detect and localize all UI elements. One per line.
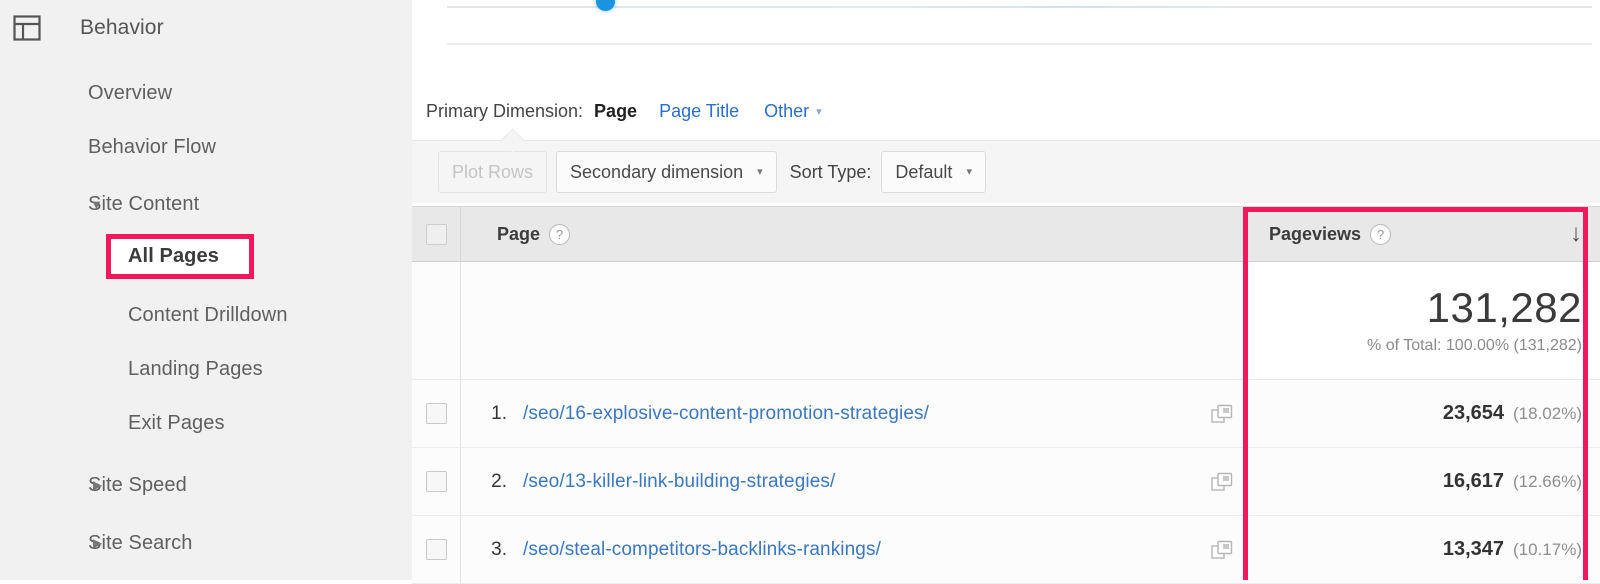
row-pageviews-cell: 23,654 (18.02%): [1255, 380, 1600, 447]
row-checkbox[interactable]: [425, 471, 447, 492]
toolbar-notch: [500, 128, 525, 153]
row-pageviews-cell: 13,347 (10.17%): [1255, 516, 1600, 583]
primary-dimension-page-title[interactable]: Page Title: [659, 101, 739, 122]
primary-dimension-bar: Primary Dimension: Page Page Title Other…: [412, 92, 822, 130]
row-checkbox[interactable]: [425, 403, 447, 424]
chevron-down-icon: ▼: [90, 196, 103, 212]
totals-pageviews-value: 131,282: [1426, 284, 1582, 332]
chart-data-point-marker[interactable]: [596, 0, 615, 11]
chevron-right-icon: ▶: [93, 478, 103, 492]
behavior-layout-icon: [13, 15, 41, 41]
sidebar-item-site-search[interactable]: ▶ Site Search: [0, 516, 412, 570]
sidebar-item-label: Content Drilldown: [128, 303, 288, 326]
row-page-link[interactable]: /seo/16-explosive-content-promotion-stra…: [523, 403, 929, 425]
content-overlay-icon[interactable]: [1211, 472, 1233, 492]
row-page-cell: 3. /seo/steal-competitors-backlinks-rank…: [461, 516, 1255, 583]
sidebar-item-exit-pages[interactable]: Exit Pages: [0, 396, 412, 450]
sidebar: Behavior Overview Behavior Flow ▼ Site C…: [0, 0, 412, 580]
row-pageviews-value: 16,617: [1442, 470, 1505, 492]
row-pageviews-percent: (10.17%): [1513, 539, 1582, 559]
row-rank: 3.: [491, 538, 507, 560]
chevron-down-icon: ▾: [757, 165, 763, 178]
panel-divider: [447, 43, 1592, 45]
row-pageviews-value: 13,347: [1442, 538, 1505, 560]
sort-type-dropdown[interactable]: Default ▾: [881, 151, 986, 193]
primary-dimension-other-label: Other: [764, 100, 810, 121]
sidebar-section-title: Behavior: [80, 16, 164, 39]
main-content: Primary Dimension: Page Page Title Other…: [412, 0, 1600, 584]
totals-checkbox-cell: [412, 262, 461, 379]
secondary-dimension-dropdown[interactable]: Secondary dimension ▾: [556, 151, 777, 193]
table-totals-row: 131,282 % of Total: 100.00% (131,282): [412, 262, 1600, 380]
row-checkbox-cell: [412, 448, 461, 515]
sidebar-item-label: Exit Pages: [128, 411, 225, 434]
row-checkbox-cell: [412, 380, 461, 447]
totals-pageviews-cell: 131,282 % of Total: 100.00% (131,282): [1255, 262, 1600, 379]
select-all-cell: [412, 207, 461, 261]
row-page-link[interactable]: /seo/steal-competitors-backlinks-ranking…: [523, 539, 881, 561]
primary-dimension-page[interactable]: Page: [594, 101, 637, 122]
sidebar-item-content-drilldown[interactable]: Content Drilldown: [0, 288, 412, 342]
sidebar-item-label: Site Speed: [88, 473, 187, 496]
table-toolbar: Plot Rows Secondary dimension ▾ Sort Typ…: [412, 128, 1600, 203]
sidebar-item-label: Landing Pages: [128, 357, 263, 380]
chart-axis-line: [447, 6, 1592, 8]
chart-remnant: [412, 0, 1600, 48]
pages-table: Page ? Pageviews ? ↓ 131,282 % of Total:…: [412, 206, 1600, 584]
chevron-down-icon: ▾: [966, 165, 972, 178]
content-overlay-icon[interactable]: [1211, 540, 1233, 560]
totals-pageviews-subtext: % of Total: 100.00% (131,282): [1367, 336, 1582, 354]
row-page-cell: 2. /seo/13-killer-link-building-strategi…: [461, 448, 1255, 515]
sidebar-item-label: Site Search: [88, 531, 193, 554]
primary-dimension-label: Primary Dimension:: [426, 100, 584, 121]
row-page-link[interactable]: /seo/13-killer-link-building-strategies/: [523, 471, 835, 493]
column-header-page-label: Page: [497, 223, 541, 244]
plot-rows-label: Plot Rows: [452, 161, 534, 182]
sidebar-section-behavior[interactable]: Behavior: [0, 0, 412, 56]
row-page-cell: 1. /seo/16-explosive-content-promotion-s…: [461, 380, 1255, 447]
help-icon[interactable]: ?: [549, 223, 571, 245]
select-all-checkbox[interactable]: [425, 223, 447, 245]
secondary-dimension-label: Secondary dimension: [570, 161, 744, 182]
chevron-down-icon: ▾: [816, 106, 822, 119]
totals-page-cell: [461, 262, 1255, 379]
row-pageviews-percent: (18.02%): [1513, 403, 1582, 423]
sidebar-item-all-pages[interactable]: All Pages: [0, 234, 412, 279]
sidebar-item-label: All Pages: [128, 245, 219, 267]
sidebar-item-site-speed[interactable]: ▶ Site Speed: [0, 458, 412, 512]
row-checkbox[interactable]: [425, 539, 447, 560]
row-rank: 2.: [491, 470, 507, 492]
table-row[interactable]: 2. /seo/13-killer-link-building-strategi…: [412, 448, 1600, 516]
plot-rows-button[interactable]: Plot Rows: [438, 151, 548, 193]
primary-dimension-other[interactable]: Other ▾: [764, 101, 822, 122]
sort-type-label: Sort Type:: [789, 161, 872, 182]
chevron-right-icon: ▶: [93, 536, 103, 550]
sidebar-item-site-content[interactable]: ▼ Site Content: [0, 177, 412, 231]
sidebar-item-label: Site Content: [88, 192, 200, 215]
sidebar-item-overview[interactable]: Overview: [0, 66, 412, 120]
row-pageviews-cell: 16,617 (12.66%): [1255, 448, 1600, 515]
row-pageviews-value: 23,654: [1442, 402, 1505, 424]
help-icon[interactable]: ?: [1370, 223, 1392, 245]
column-header-page[interactable]: Page ?: [461, 207, 1255, 261]
sidebar-item-label: Overview: [88, 81, 173, 104]
sort-descending-icon[interactable]: ↓: [1570, 222, 1582, 246]
sidebar-item-behavior-flow[interactable]: Behavior Flow: [0, 120, 412, 174]
column-header-pageviews[interactable]: Pageviews ? ↓: [1255, 207, 1600, 261]
column-header-pageviews-label: Pageviews: [1269, 223, 1362, 244]
table-header-row: Page ? Pageviews ? ↓: [412, 206, 1600, 262]
sidebar-item-landing-pages[interactable]: Landing Pages: [0, 342, 412, 396]
table-row[interactable]: 1. /seo/16-explosive-content-promotion-s…: [412, 380, 1600, 448]
sidebar-item-label: Behavior Flow: [88, 135, 217, 158]
row-rank: 1.: [491, 402, 507, 424]
table-row[interactable]: 3. /seo/steal-competitors-backlinks-rank…: [412, 516, 1600, 584]
row-checkbox-cell: [412, 516, 461, 583]
content-overlay-icon[interactable]: [1211, 404, 1233, 424]
row-pageviews-percent: (12.66%): [1513, 471, 1582, 491]
sort-type-value: Default: [895, 161, 953, 182]
